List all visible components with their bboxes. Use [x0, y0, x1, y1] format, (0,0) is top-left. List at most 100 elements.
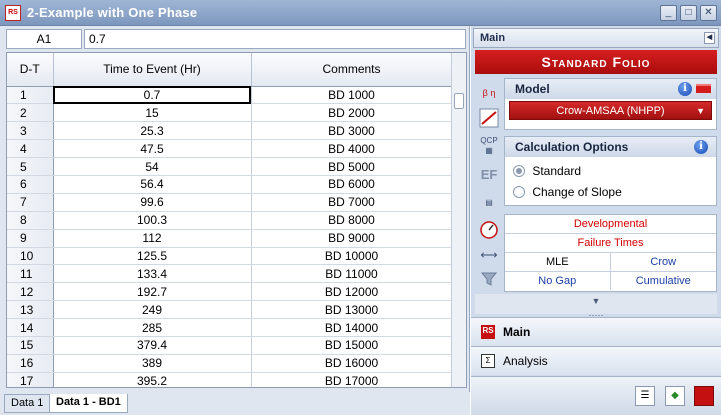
time-to-event-cell[interactable]: 47.5	[53, 139, 252, 159]
time-to-event-cell[interactable]: 395.2	[53, 372, 252, 387]
nav-main[interactable]: RS Main	[471, 317, 721, 346]
time-to-event-cell[interactable]: 100.3	[53, 211, 252, 230]
summary-estimation-method[interactable]: MLE	[505, 253, 611, 271]
red-flag-icon[interactable]	[694, 386, 714, 406]
time-to-event-cell[interactable]: 389	[53, 354, 252, 373]
comments-cell[interactable]: BD 10000	[251, 247, 453, 266]
model-card: Model i Crow-AMSAA (NHPP) ▼	[504, 78, 717, 130]
row-number[interactable]: 1	[7, 86, 54, 105]
row-number[interactable]: 16	[7, 354, 54, 373]
scrollbar-thumb[interactable]	[454, 93, 464, 109]
info-icon[interactable]: i	[678, 82, 692, 96]
folio-banner: Standard Folio	[475, 50, 717, 74]
comments-cell[interactable]: BD 7000	[251, 193, 453, 212]
radio-label-standard: Standard	[532, 164, 582, 178]
list-view-icon[interactable]: ☰	[635, 386, 655, 406]
row-number[interactable]: 2	[7, 103, 54, 123]
radio-button[interactable]	[513, 186, 525, 198]
calculate-icon[interactable]: ◆	[665, 386, 685, 406]
ef-icon[interactable]: EF	[477, 164, 501, 188]
chevron-down-icon: ▼	[696, 106, 705, 116]
filter-icon[interactable]	[477, 270, 501, 294]
time-to-event-cell[interactable]: 99.6	[53, 193, 252, 212]
column-header-dt[interactable]: D-T	[7, 53, 54, 87]
title-bar: RS 2-Example with One Phase _ □ ✕	[0, 0, 721, 26]
formula-bar[interactable]: 0.7	[84, 29, 466, 49]
time-to-event-cell[interactable]: 15	[53, 103, 252, 123]
header-row: D-T Time to Event (Hr) Comments	[7, 53, 453, 87]
minimize-button[interactable]: _	[660, 5, 677, 21]
radio-change-of-slope[interactable]: Change of Slope	[505, 182, 716, 203]
summary-cumulative[interactable]: Cumulative	[611, 272, 717, 290]
row-number[interactable]: 7	[7, 193, 54, 212]
collapse-panel-button[interactable]: ◀	[704, 32, 715, 44]
resize-arrows-icon[interactable]: ⟷	[477, 244, 501, 268]
comments-cell[interactable]: BD 9000	[251, 229, 453, 248]
row-number[interactable]: 17	[7, 372, 54, 387]
column-header-time[interactable]: Time to Event (Hr)	[53, 53, 252, 87]
row-number[interactable]: 6	[7, 175, 54, 194]
time-to-event-cell[interactable]: 133.4	[53, 264, 252, 284]
tab-data-1-bd1[interactable]: Data 1 - BD1	[49, 394, 128, 413]
time-to-event-cell[interactable]: 56.4	[53, 175, 252, 194]
nav-analysis[interactable]: Σ Analysis	[471, 346, 721, 375]
time-to-event-cell[interactable]: 54	[53, 157, 252, 176]
comments-cell[interactable]: BD 11000	[251, 264, 453, 284]
row-number[interactable]: 9	[7, 229, 54, 248]
model-dropdown[interactable]: Crow-AMSAA (NHPP) ▼	[509, 101, 712, 120]
comments-cell[interactable]: BD 12000	[251, 282, 453, 302]
time-to-event-cell[interactable]: 192.7	[53, 282, 252, 302]
info-icon[interactable]: i	[694, 140, 708, 154]
comments-cell[interactable]: BD 14000	[251, 318, 453, 337]
red-flag-icon[interactable]	[696, 84, 711, 93]
row-number[interactable]: 3	[7, 121, 54, 141]
qcp-icon[interactable]: QCP ▦	[477, 136, 501, 160]
comments-cell[interactable]: BD 8000	[251, 211, 453, 230]
row-number[interactable]: 15	[7, 336, 54, 355]
parameters-icon[interactable]: β η	[477, 82, 501, 106]
time-to-event-cell[interactable]: 125.5	[53, 247, 252, 266]
comments-cell[interactable]: BD 2000	[251, 103, 453, 123]
comments-cell[interactable]: BD 5000	[251, 157, 453, 176]
table-row: 16 389 BD 16000	[7, 354, 453, 373]
row-number[interactable]: 8	[7, 211, 54, 230]
summary-data-type[interactable]: Developmental	[505, 215, 716, 234]
row-number[interactable]: 14	[7, 318, 54, 337]
comments-cell[interactable]: BD 6000	[251, 175, 453, 194]
comments-cell[interactable]: BD 3000	[251, 121, 453, 141]
row-number[interactable]: 10	[7, 247, 54, 266]
tab-data-1[interactable]: Data 1	[4, 394, 51, 413]
time-to-event-cell[interactable]: 379.4	[53, 336, 252, 355]
comments-cell[interactable]: BD 13000	[251, 300, 453, 320]
radio-standard[interactable]: Standard	[505, 161, 716, 182]
vertical-scrollbar[interactable]	[451, 53, 466, 387]
summary-gap[interactable]: No Gap	[505, 272, 611, 290]
row-number[interactable]: 11	[7, 264, 54, 284]
close-button[interactable]: ✕	[700, 5, 717, 21]
row-number[interactable]: 13	[7, 300, 54, 320]
plot-icon[interactable]	[477, 108, 501, 132]
time-to-event-cell[interactable]: 112	[53, 229, 252, 248]
calculator-icon[interactable]: ▤	[477, 192, 501, 216]
comments-cell[interactable]: BD 4000	[251, 139, 453, 159]
row-number[interactable]: 4	[7, 139, 54, 159]
comments-cell[interactable]: BD 16000	[251, 354, 453, 373]
time-to-event-cell[interactable]: 285	[53, 318, 252, 337]
row-number[interactable]: 5	[7, 157, 54, 176]
radio-button-checked[interactable]	[513, 165, 525, 177]
gauge-icon[interactable]	[477, 220, 501, 244]
summary-crow[interactable]: Crow	[611, 253, 717, 271]
time-to-event-cell[interactable]: 0.7	[53, 86, 252, 105]
comments-cell[interactable]: BD 15000	[251, 336, 453, 355]
column-header-comments[interactable]: Comments	[251, 53, 453, 87]
comments-cell[interactable]: BD 1000	[251, 86, 453, 105]
expand-toggle[interactable]: ▼ ·····	[475, 294, 717, 320]
comments-cell[interactable]: BD 17000	[251, 372, 453, 387]
row-number[interactable]: 12	[7, 282, 54, 302]
time-to-event-cell[interactable]: 249	[53, 300, 252, 320]
table-row: 5 54 BD 5000	[7, 157, 453, 176]
cell-reference-box[interactable]: A1	[6, 29, 82, 49]
maximize-button[interactable]: □	[680, 5, 697, 21]
time-to-event-cell[interactable]: 25.3	[53, 121, 252, 141]
summary-data-format[interactable]: Failure Times	[505, 234, 716, 253]
